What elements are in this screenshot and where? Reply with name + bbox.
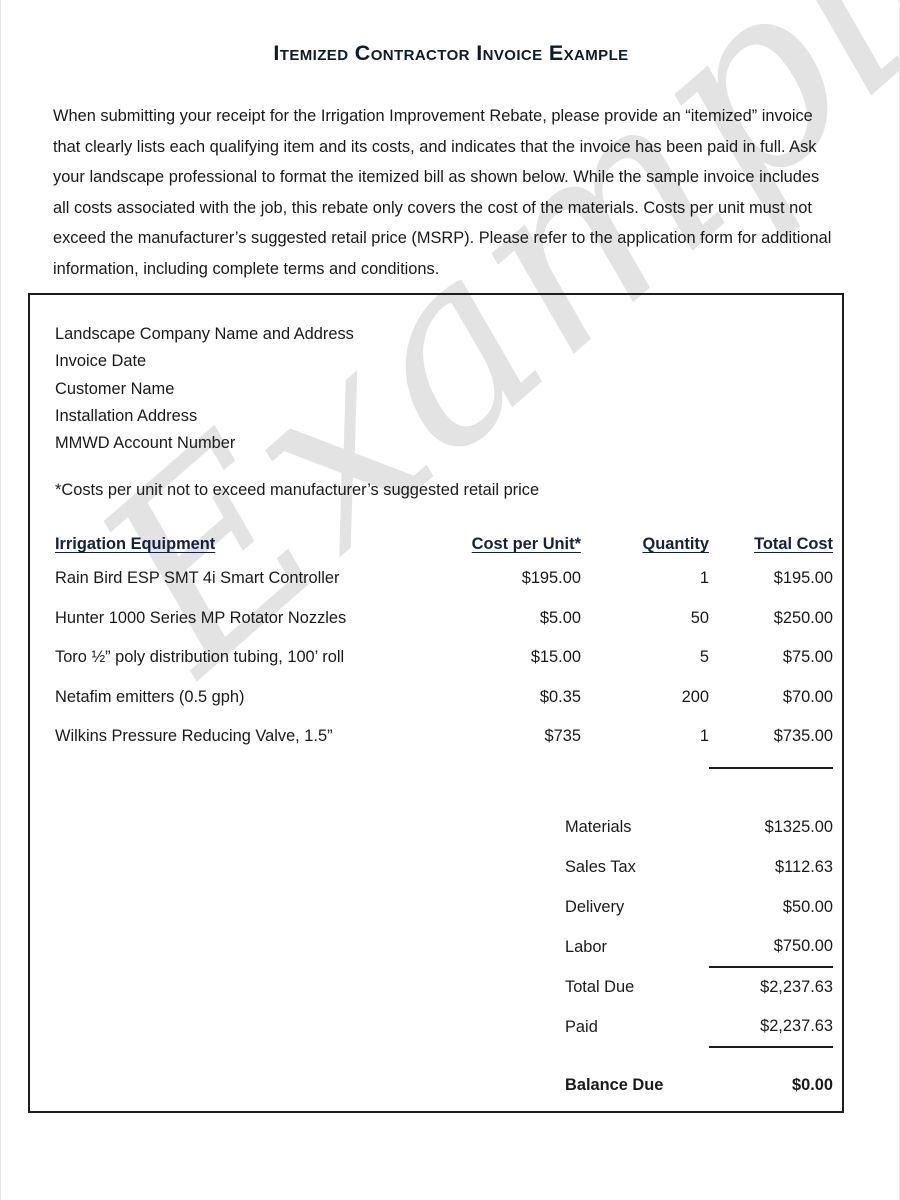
item-total-cost: $195.00 <box>773 569 833 587</box>
summary-value: $112.63 <box>774 857 833 876</box>
column-header-total-cost: Total Cost <box>754 535 833 553</box>
summary-label: Materials <box>565 817 632 836</box>
summary-value: $2,237.63 <box>709 966 833 1007</box>
table-row: Hunter 1000 Series MP Rotator Nozzles $5… <box>55 609 833 649</box>
item-description: Toro ½” poly distribution tubing, 100’ r… <box>55 648 345 666</box>
summary-table: Materials $1325.00 Sales Tax $112.63 Del… <box>565 807 833 1105</box>
summary-value: $50.00 <box>782 897 833 916</box>
subtotal-divider-rule <box>709 766 833 807</box>
summary-label: Labor <box>565 937 607 956</box>
item-cost-per-unit: $735 <box>544 727 581 745</box>
summary-row-balance-due: Balance Due $0.00 <box>565 1065 833 1105</box>
item-quantity: 1 <box>699 569 709 587</box>
item-total-cost: $70.00 <box>782 687 833 706</box>
item-cost-per-unit: $15.00 <box>530 648 581 666</box>
invoice-header-line: Landscape Company Name and Address <box>55 325 354 343</box>
table-row: Toro ½” poly distribution tubing, 100’ r… <box>55 648 833 688</box>
summary-row-labor: Labor $750.00 <box>565 927 833 967</box>
summary-row-total-due: Total Due $2,237.63 <box>565 966 833 1007</box>
summary-row-materials: Materials $1325.00 <box>565 807 833 847</box>
summary-label: Total Due <box>565 977 635 996</box>
item-description: Netafim emitters (0.5 gph) <box>55 687 245 706</box>
summary-value: $1325.00 <box>764 817 833 836</box>
item-quantity: 1 <box>699 727 709 745</box>
summary-label: Delivery <box>565 897 625 916</box>
item-description: Hunter 1000 Series MP Rotator Nozzles <box>55 608 347 627</box>
summary-label: Paid <box>565 1017 598 1036</box>
invoice-sample-box: Landscape Company Name and Address Invoi… <box>28 293 844 1113</box>
subtotal-divider-row <box>55 766 833 807</box>
column-header-cost-per-unit: Cost per Unit* <box>471 535 581 553</box>
item-quantity: 200 <box>681 687 709 706</box>
summary-value: $750.00 <box>773 937 833 955</box>
msrp-footnote: *Costs per unit not to exceed manufactur… <box>55 481 540 499</box>
summary-label: Balance Due <box>565 1075 664 1094</box>
summary-row-delivery: Delivery $50.00 <box>565 887 833 927</box>
item-total-cost: $75.00 <box>782 648 833 666</box>
column-header-quantity: Quantity <box>642 535 709 553</box>
item-quantity: 5 <box>699 648 709 666</box>
summary-row-sales-tax: Sales Tax $112.63 <box>565 847 833 887</box>
page-title: Itemized Contractor Invoice Example <box>273 41 629 65</box>
item-total-cost: $250.00 <box>773 608 833 627</box>
summary-value: $2,237.63 <box>709 1007 833 1048</box>
page-sheet: Example Itemized Contractor Invoice Exam… <box>0 0 900 1200</box>
column-header-description: Irrigation Equipment <box>55 535 216 553</box>
summary-value: $0.00 <box>791 1075 833 1094</box>
summary-spacer-row <box>565 1047 833 1065</box>
invoice-header-line: Invoice Date <box>55 352 147 371</box>
summary-row-paid: Paid $2,237.63 <box>565 1007 833 1048</box>
item-total-cost: $735.00 <box>773 727 833 745</box>
item-cost-per-unit: $5.00 <box>539 608 581 627</box>
item-description: Wilkins Pressure Reducing Valve, 1.5” <box>55 727 333 745</box>
invoice-header-line: MMWD Account Number <box>55 434 236 453</box>
item-quantity: 50 <box>690 608 709 627</box>
item-description: Rain Bird ESP SMT 4i Smart Controller <box>55 569 340 587</box>
summary-label: Sales Tax <box>565 857 636 876</box>
invoice-header-line: Installation Address <box>55 406 198 425</box>
invoice-header-block: Landscape Company Name and Address Invoi… <box>55 321 354 457</box>
intro-paragraph: When submitting your receipt for the Irr… <box>53 107 832 278</box>
table-row: Rain Bird ESP SMT 4i Smart Controller $1… <box>55 569 833 609</box>
line-items-table: Irrigation Equipment Cost per Unit* Quan… <box>55 535 833 806</box>
table-header-row: Irrigation Equipment Cost per Unit* Quan… <box>55 535 833 569</box>
invoice-header-line: Customer Name <box>55 379 175 398</box>
table-row: Netafim emitters (0.5 gph) $0.35 200 $70… <box>55 688 833 728</box>
table-row: Wilkins Pressure Reducing Valve, 1.5” $7… <box>55 727 833 767</box>
item-cost-per-unit: $195.00 <box>521 569 581 587</box>
item-cost-per-unit: $0.35 <box>539 687 581 706</box>
